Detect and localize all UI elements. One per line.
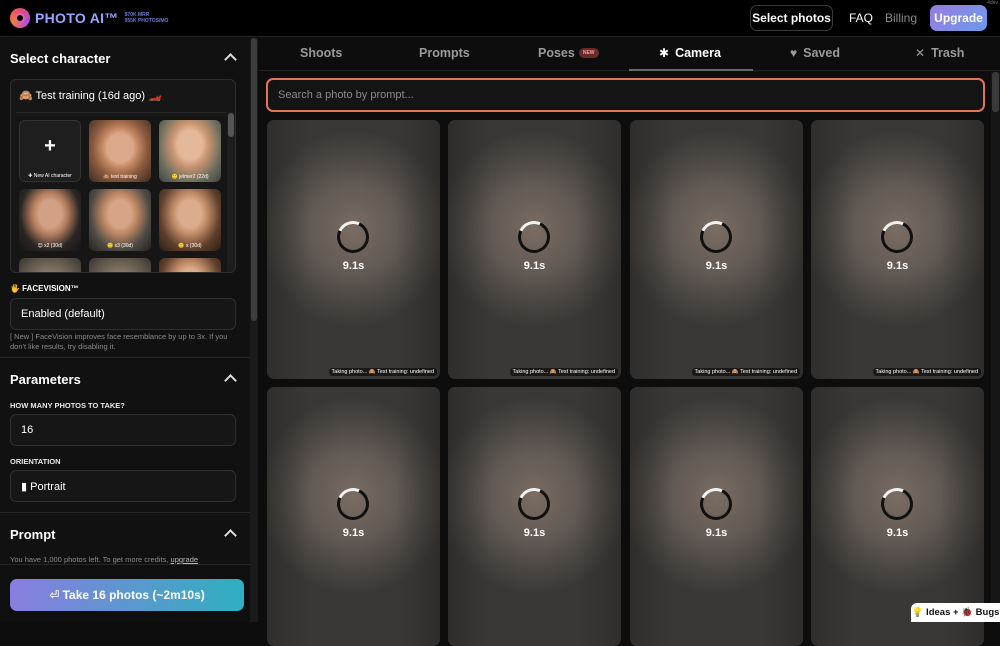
character-tile[interactable]: 🙂 jelmer2 (22d): [159, 120, 221, 182]
character-grid: + ✚ New AI character 🙈 test training 🙂 j…: [16, 112, 226, 272]
select-character-title: Select character: [10, 51, 111, 66]
tile-label: 🙈 test training: [103, 174, 137, 180]
photo-count-input[interactable]: 16: [10, 414, 236, 446]
tab-label: Poses: [538, 46, 575, 60]
logo-stats-photos: 955K PHOTOS/MO: [124, 18, 169, 24]
orientation-label: ORIENTATION: [10, 457, 61, 466]
photo-timer: 9.1s: [705, 527, 728, 539]
loading-spinner-icon: [513, 483, 555, 525]
new-badge: NEW: [578, 48, 599, 58]
tab-bar: [259, 38, 1000, 71]
character-tile[interactable]: 🙈 test training: [89, 120, 151, 182]
loading-spinner-icon: [695, 483, 737, 525]
facevision-select[interactable]: Enabled (default): [10, 298, 236, 330]
credits-message: You have 1,000 photos left. To get more …: [10, 555, 171, 564]
character-scroll-thumb[interactable]: [228, 113, 234, 137]
photo-card[interactable]: 9.1s Taking photo... 🙈 Test training: un…: [630, 120, 803, 379]
tab-label: Prompts: [419, 46, 470, 60]
photo-timer: 9.1s: [342, 260, 365, 272]
top-bar: PHOTO AI™ $70K MRR 955K PHOTOS/MO Select…: [0, 0, 1000, 37]
logo-stats: $70K MRR 955K PHOTOS/MO: [125, 12, 169, 24]
take-photos-button[interactable]: ⏎ Take 16 photos (~2m10s): [10, 579, 244, 611]
loading-spinner-icon: [876, 216, 918, 258]
tab-prompts[interactable]: Prompts: [419, 46, 470, 60]
search-input[interactable]: Search a photo by prompt...: [266, 78, 985, 112]
camera-aperture-icon: ✱: [659, 46, 670, 60]
loading-spinner-icon: [332, 483, 374, 525]
photo-card[interactable]: 9.1s Taking photo... 🙈 Test training: un…: [448, 120, 621, 379]
corner-text: 4dev: [987, 0, 998, 6]
character-tile[interactable]: [159, 258, 221, 272]
logo-text: PHOTO AI™: [35, 10, 119, 26]
faq-link[interactable]: FAQ: [849, 11, 873, 25]
loading-spinner-icon: [876, 483, 918, 525]
loading-spinner-icon: [513, 216, 555, 258]
parameters-title: Parameters: [10, 372, 81, 387]
photo-timer: 9.1s: [342, 527, 365, 539]
sidebar-scroll-thumb[interactable]: [251, 38, 257, 321]
photo-timer: 9.1s: [886, 527, 909, 539]
photo-timer: 9.1s: [886, 260, 909, 272]
photo-timer: 9.1s: [705, 260, 728, 272]
photo-caption: Taking photo... 🙈 Test training: undefin…: [872, 368, 981, 376]
billing-link[interactable]: Billing: [885, 11, 917, 25]
how-many-label: HOW MANY PHOTOS TO TAKE?: [10, 401, 125, 410]
photo-caption: Taking photo... 🙈 Test training: undefin…: [328, 368, 437, 376]
logo-icon: [10, 8, 30, 28]
tile-label: 🙂 x (30d): [178, 243, 202, 249]
tab-label: Trash: [931, 46, 965, 60]
character-tile[interactable]: [19, 258, 81, 272]
tab-label: Saved: [803, 46, 840, 60]
loading-spinner-icon: [695, 216, 737, 258]
tab-poses[interactable]: Poses NEW: [538, 46, 599, 60]
character-tile[interactable]: 🙂 x3 (30d): [89, 189, 151, 251]
character-tile[interactable]: 🙂 x (30d): [159, 189, 221, 251]
current-character[interactable]: 🙈 Test training (16d ago) 🏎️: [19, 89, 162, 102]
divider: [0, 357, 250, 358]
select-photos-button[interactable]: Select photos: [750, 5, 833, 31]
tile-label: 😊 x2 (30d): [37, 243, 63, 249]
tab-saved[interactable]: ♥ Saved: [790, 46, 840, 60]
main-scrollbar[interactable]: [991, 72, 1000, 622]
upgrade-button[interactable]: Upgrade: [930, 5, 987, 31]
character-tile[interactable]: [89, 258, 151, 272]
upgrade-link[interactable]: upgrade: [171, 555, 199, 564]
credits-text: You have 1,000 photos left. To get more …: [10, 555, 198, 564]
photo-caption: Taking photo... 🙈 Test training: undefin…: [691, 368, 800, 376]
character-selector[interactable]: 🙈 Test training (16d ago) 🏎️ + ✚ New AI …: [10, 79, 236, 273]
facevision-label: 🖐 FACEVISION™: [10, 284, 79, 293]
ideas-bugs-button[interactable]: 💡 Ideas + 🐞 Bugs: [911, 603, 1000, 622]
photo-timer: 9.1s: [523, 527, 546, 539]
facevision-help: [ New ] FaceVision improves face resembl…: [10, 332, 228, 351]
tab-camera[interactable]: ✱ Camera: [659, 46, 721, 60]
photo-card[interactable]: 9.1s: [630, 387, 803, 646]
main-scroll-thumb[interactable]: [992, 72, 999, 112]
tile-label: ✚ New AI character: [28, 173, 72, 179]
tile-label: 🙂 x3 (30d): [107, 243, 133, 249]
active-tab-indicator: [629, 69, 753, 71]
prompt-title: Prompt: [10, 527, 56, 542]
new-character-tile[interactable]: + ✚ New AI character: [19, 120, 81, 182]
photo-timer: 9.1s: [523, 260, 546, 272]
character-tile[interactable]: 😊 x2 (30d): [19, 189, 81, 251]
photo-caption: Taking photo... 🙈 Test training: undefin…: [509, 368, 618, 376]
tab-label: Shoots: [300, 46, 343, 60]
tab-label: Camera: [675, 46, 721, 60]
tab-trash[interactable]: ✕ Trash: [915, 46, 964, 60]
tile-label: 🙂 jelmer2 (22d): [171, 174, 209, 180]
heart-icon: ♥: [790, 46, 798, 60]
photo-card[interactable]: 9.1s: [267, 387, 440, 646]
logo[interactable]: PHOTO AI™ $70K MRR 955K PHOTOS/MO: [10, 8, 168, 28]
orientation-select[interactable]: ▮ Portrait: [10, 470, 236, 502]
plus-icon: +: [44, 135, 56, 157]
tab-shoots[interactable]: Shoots: [300, 46, 342, 60]
divider: [0, 512, 250, 513]
close-icon: ✕: [915, 46, 926, 60]
photo-card[interactable]: 9.1s: [448, 387, 621, 646]
loading-spinner-icon: [332, 216, 374, 258]
photo-card[interactable]: 9.1s Taking photo... 🙈 Test training: un…: [267, 120, 440, 379]
photo-card[interactable]: 9.1s Taking photo... 🙈 Test training: un…: [811, 120, 984, 379]
